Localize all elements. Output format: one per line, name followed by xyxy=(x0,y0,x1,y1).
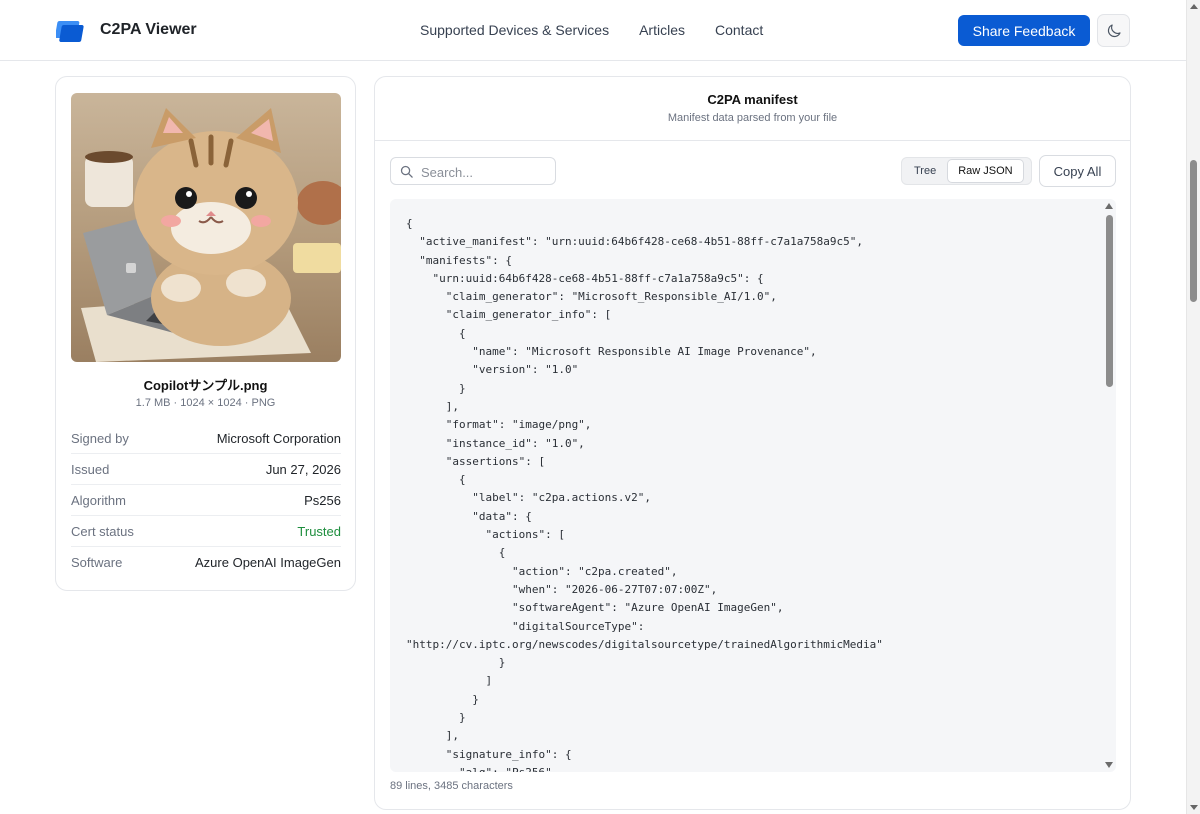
page-scrollbar[interactable] xyxy=(1186,0,1200,814)
cert-status-badge: Trusted xyxy=(297,523,341,539)
scroll-down-arrow-icon[interactable] xyxy=(1105,762,1113,768)
detail-row-software: Software Azure OpenAI ImageGen xyxy=(71,547,341,578)
stacked-cards-logo-icon[interactable] xyxy=(56,19,86,43)
manifest-panel-header: C2PA manifest Manifest data parsed from … xyxy=(375,77,1130,141)
file-meta: 1.7 MB · 1024 × 1024 · PNG xyxy=(135,397,276,409)
detail-label: Algorithm xyxy=(71,492,126,508)
detail-row-algorithm: Algorithm Ps256 xyxy=(71,485,341,516)
signature-details-list: Signed by Microsoft Corporation Issued J… xyxy=(71,423,341,578)
nav-link-supported-devices[interactable]: Supported Devices & Services xyxy=(420,22,609,38)
copy-all-button[interactable]: Copy All xyxy=(1039,155,1116,187)
panel-subtitle: Manifest data parsed from your file xyxy=(667,112,838,124)
code-scroll-thumb[interactable] xyxy=(1106,215,1113,387)
view-mode-toggle: Tree Raw JSON xyxy=(901,157,1032,185)
detail-row-signed-by: Signed by Microsoft Corporation xyxy=(71,423,341,454)
tab-tree[interactable]: Tree xyxy=(904,160,946,182)
scroll-up-arrow-icon[interactable] xyxy=(1190,4,1198,9)
manifest-panel: C2PA manifest Manifest data parsed from … xyxy=(374,76,1131,810)
search-box[interactable] xyxy=(390,157,556,185)
detail-value: Jun 27, 2026 xyxy=(265,461,341,477)
scroll-down-arrow-icon[interactable] xyxy=(1190,805,1198,810)
nav-link-articles[interactable]: Articles xyxy=(639,22,685,38)
panel-title: C2PA manifest xyxy=(707,92,798,107)
top-navigation-bar: C2PA Viewer Supported Devices & Services… xyxy=(0,0,1186,61)
json-code: { "active_manifest": "urn:uuid:64b6f428-… xyxy=(406,217,883,772)
file-summary-card: Copilotサンプル.png 1.7 MB · 1024 × 1024 · P… xyxy=(55,76,356,591)
file-preview-image xyxy=(71,93,341,362)
search-input[interactable] xyxy=(421,162,551,182)
main-nav: Supported Devices & Services Articles Co… xyxy=(420,22,763,38)
detail-value: Ps256 xyxy=(304,492,341,508)
tab-raw-json[interactable]: Raw JSON xyxy=(948,160,1023,182)
code-stats: 89 lines, 3485 characters xyxy=(390,780,513,792)
detail-label: Issued xyxy=(71,461,110,477)
search-icon xyxy=(400,165,413,178)
moon-icon xyxy=(1107,23,1121,37)
detail-value: Azure OpenAI ImageGen xyxy=(195,555,341,570)
detail-row-issued: Issued Jun 27, 2026 xyxy=(71,454,341,485)
share-feedback-button[interactable]: Share Feedback xyxy=(958,15,1090,46)
detail-value: Microsoft Corporation xyxy=(216,430,341,446)
json-code-viewer[interactable]: { "active_manifest": "urn:uuid:64b6f428-… xyxy=(390,199,1116,772)
detail-label: Cert status xyxy=(71,523,134,539)
scroll-up-arrow-icon[interactable] xyxy=(1105,203,1113,209)
theme-toggle-button[interactable] xyxy=(1097,14,1130,47)
code-scrollbar[interactable] xyxy=(1100,199,1116,772)
brand-name[interactable]: C2PA Viewer xyxy=(100,21,197,39)
page-scroll-thumb[interactable] xyxy=(1190,160,1197,302)
detail-label: Signed by xyxy=(71,430,129,446)
detail-row-cert-status: Cert status Trusted xyxy=(71,516,341,547)
detail-label: Software xyxy=(71,555,123,570)
file-name: Copilotサンプル.png xyxy=(143,378,268,393)
nav-link-contact[interactable]: Contact xyxy=(715,22,763,38)
